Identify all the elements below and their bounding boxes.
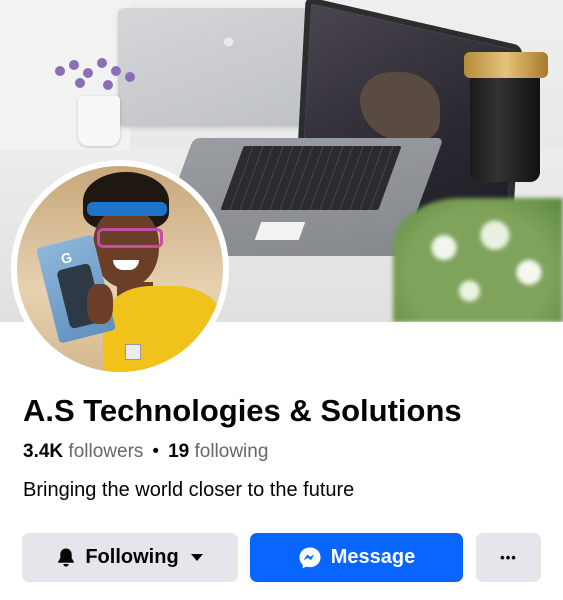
followers-count[interactable]: 3.4K (23, 441, 63, 462)
profile-picture[interactable]: G (17, 166, 223, 372)
messenger-icon (298, 546, 322, 570)
avatar-top (103, 286, 223, 372)
cover-laptop-keyboard (220, 146, 402, 210)
message-button-label: Message (330, 546, 416, 568)
more-icon: ••• (500, 550, 517, 565)
more-button[interactable]: ••• (476, 533, 541, 582)
followers-label[interactable]: followers (68, 441, 143, 462)
cover-jar (470, 62, 540, 182)
avatar-pendant (125, 344, 141, 360)
page-stats: 3.4K followers • 19 following (23, 441, 268, 463)
bell-icon (56, 547, 76, 568)
avatar-headband (87, 202, 167, 216)
following-label[interactable]: following (194, 441, 268, 462)
cover-laptop-sticker (254, 222, 306, 240)
following-button[interactable]: Following (22, 533, 238, 582)
following-count[interactable]: 19 (168, 441, 189, 462)
cover-laptop-closed (118, 8, 323, 126)
apple-logo-icon: ● (222, 28, 236, 53)
message-button[interactable]: Message (250, 533, 463, 582)
cover-vase (78, 96, 120, 146)
avatar-hand (87, 284, 113, 324)
avatar-glasses (97, 228, 163, 248)
page-bio: Bringing the world closer to the future (23, 479, 355, 501)
caret-down-icon (190, 553, 204, 562)
following-button-label: Following (85, 546, 179, 568)
stats-separator: • (152, 441, 160, 462)
cover-jar-lid (464, 52, 548, 78)
page-title: A.S Technologies & Solutions (23, 393, 462, 428)
cover-plant (393, 198, 563, 322)
